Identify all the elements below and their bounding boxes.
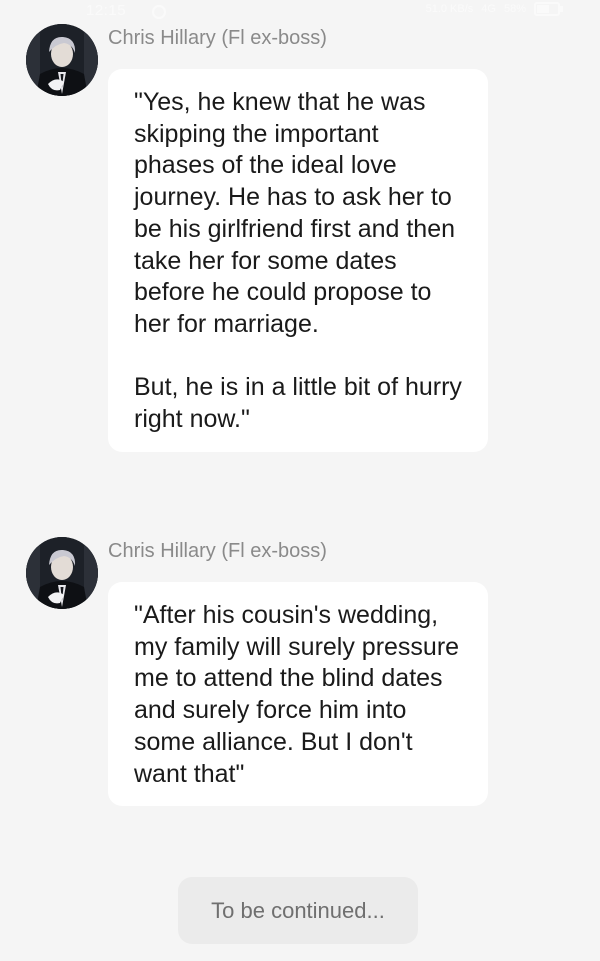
signal-label: 4G — [481, 3, 496, 15]
message-text: "After his cousin's wedding, my family w… — [134, 601, 460, 788]
notification-dot-icon — [152, 5, 166, 19]
status-indicators: 51.0 KB/s 4G 58% — [425, 2, 563, 16]
sender-name: Chris Hillary (Fl ex-boss) — [108, 540, 327, 562]
message-text: "Yes, he knew that he was skipping the i… — [134, 88, 456, 338]
avatar-portrait-icon — [26, 24, 98, 96]
avatar[interactable] — [26, 24, 98, 96]
status-bar: 12:15 51.0 KB/s 4G 58% — [0, 0, 600, 24]
message-bubble: "Yes, he knew that he was skipping the i… — [108, 69, 488, 452]
network-speed: 51.0 KB/s — [425, 3, 474, 15]
status-time: 12:15 — [86, 2, 127, 19]
battery-icon — [534, 2, 563, 16]
avatar-portrait-icon — [26, 537, 98, 609]
to-be-continued-button[interactable]: To be continued... — [178, 877, 418, 944]
battery-percent: 58% — [503, 3, 526, 15]
message-text: But, he is in a little bit of hurry righ… — [134, 373, 462, 434]
sender-name: Chris Hillary (Fl ex-boss) — [108, 27, 327, 49]
message-bubble: "After his cousin's wedding, my family w… — [108, 582, 488, 807]
avatar[interactable] — [26, 537, 98, 609]
